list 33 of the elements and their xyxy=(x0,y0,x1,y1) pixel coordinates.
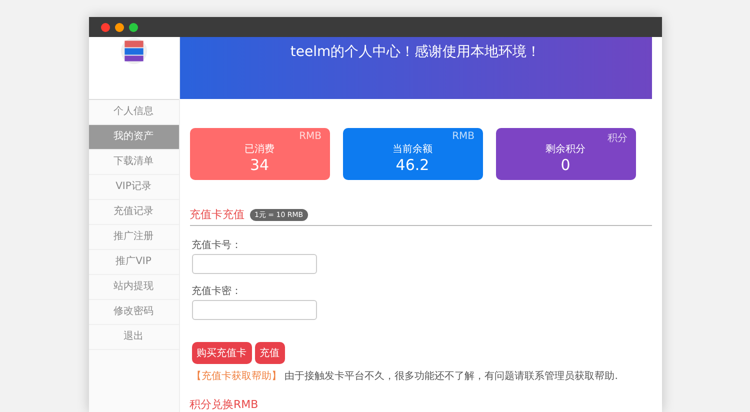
sidebar-item[interactable]: VIP记录 xyxy=(88,175,178,200)
card-value: 34 xyxy=(250,156,270,174)
close-window-dot[interactable] xyxy=(100,22,110,32)
sidebar-item[interactable]: 下载清单 xyxy=(88,150,178,175)
card-value: 0 xyxy=(560,156,570,174)
card-value: 46.2 xyxy=(396,156,430,174)
minimize-window-dot[interactable] xyxy=(114,22,124,32)
section-title: 积分兑换RMB xyxy=(190,397,260,412)
maximize-window-dot[interactable] xyxy=(128,22,138,32)
card-unit: RMB xyxy=(299,131,322,142)
header-title: teelm的个人中心！感谢使用本地环境！ xyxy=(290,43,541,61)
sidebar-item[interactable]: 充值记录 xyxy=(88,200,178,225)
sidebar-item[interactable]: 推广注册 xyxy=(88,225,178,250)
sidebar-item[interactable]: 我的资产 xyxy=(88,125,178,150)
action-button[interactable]: 购买充值卡 xyxy=(192,342,252,364)
action-button[interactable]: 充值 xyxy=(254,342,284,364)
card-label: 当前余额 xyxy=(392,142,432,156)
input-field[interactable] xyxy=(192,254,316,274)
card-label: 剩余积分 xyxy=(546,143,586,156)
card-unit: RMB xyxy=(452,131,474,142)
field-label: 充值卡密： xyxy=(192,284,242,298)
section-title: 充值卡充值 xyxy=(190,207,244,222)
sidebar-item[interactable]: 修改密码 xyxy=(88,300,178,325)
sidebar-item[interactable]: 站内提现 xyxy=(88,275,178,300)
sidebar-item[interactable]: 推广VIP xyxy=(88,250,178,275)
app-logo-icon xyxy=(120,37,148,65)
card-unit: 积分 xyxy=(608,132,628,145)
help-link[interactable]: 【充值卡获取帮助】 xyxy=(192,371,282,382)
card-label: 已消费 xyxy=(244,142,274,156)
sidebar-item[interactable]: 退出 xyxy=(88,325,178,350)
help-text: 由于接触发卡平台不久，很多功能还不了解，有问题请联系管理员获取帮助. xyxy=(284,371,618,382)
field-label: 充值卡号： xyxy=(192,238,242,252)
input-field[interactable] xyxy=(192,300,316,320)
